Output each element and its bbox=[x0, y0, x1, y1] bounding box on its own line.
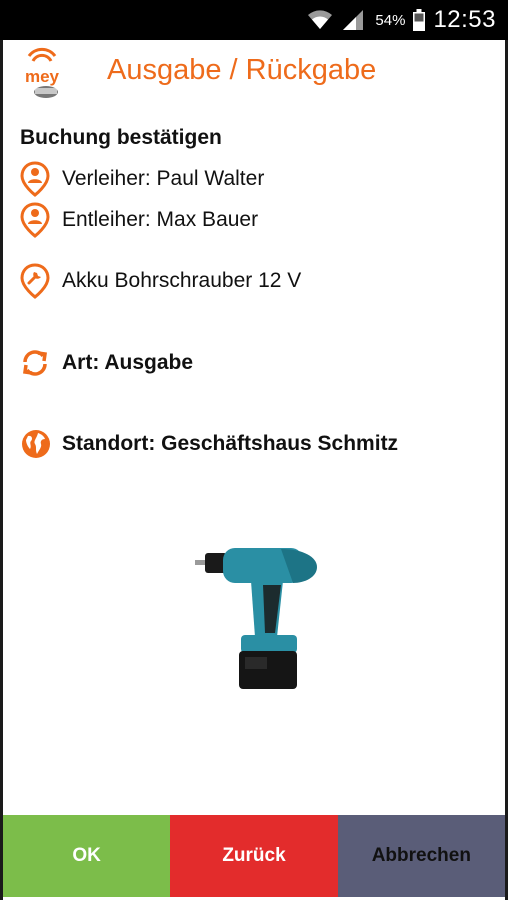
borrower-row: Entleiher: Max Bauer bbox=[20, 202, 258, 238]
type-text: Art: Ausgabe bbox=[62, 351, 194, 374]
section-heading: Buchung bestätigen bbox=[20, 126, 222, 149]
cancel-button[interactable]: Abbrechen bbox=[337, 815, 505, 897]
ok-button[interactable]: OK bbox=[3, 815, 171, 897]
signal-icon bbox=[341, 9, 365, 31]
sync-arrows-icon bbox=[20, 345, 56, 381]
app-header: mey Ausgabe / Rückgabe bbox=[3, 40, 505, 110]
svg-text:mey: mey bbox=[25, 67, 60, 86]
borrower-text: Entleiher: Max Bauer bbox=[62, 208, 259, 231]
lender-text: Verleiher: Paul Walter bbox=[62, 167, 265, 190]
battery-icon bbox=[413, 9, 426, 31]
back-button[interactable]: Zurück bbox=[170, 815, 338, 897]
location-text: Standort: Geschäftshaus Schmitz bbox=[62, 432, 399, 455]
wifi-icon bbox=[307, 9, 333, 31]
item-text: Akku Bohrschrauber 12 V bbox=[62, 269, 302, 292]
lender-row: Verleiher: Paul Walter bbox=[20, 161, 264, 197]
mey-logo-icon: mey bbox=[19, 46, 65, 100]
type-row: Art: Ausgabe bbox=[20, 345, 193, 381]
drill-image bbox=[193, 545, 323, 693]
clock: 12:53 bbox=[433, 6, 496, 33]
status-bar: 54% 12:53 bbox=[0, 0, 508, 40]
wrench-pin-icon bbox=[20, 263, 56, 299]
person-pin-icon bbox=[20, 161, 56, 197]
item-row: Akku Bohrschrauber 12 V bbox=[20, 263, 301, 299]
app-screen: mey Ausgabe / Rückgabe Buchung bestätige… bbox=[0, 40, 508, 900]
location-row: Standort: Geschäftshaus Schmitz bbox=[20, 426, 398, 462]
page-title: Ausgabe / Rückgabe bbox=[107, 54, 377, 86]
globe-icon bbox=[20, 426, 56, 462]
person-pin-icon bbox=[20, 202, 56, 238]
battery-percent: 54% bbox=[375, 11, 406, 29]
action-bar: OK Zurück Abbrechen bbox=[3, 815, 505, 897]
